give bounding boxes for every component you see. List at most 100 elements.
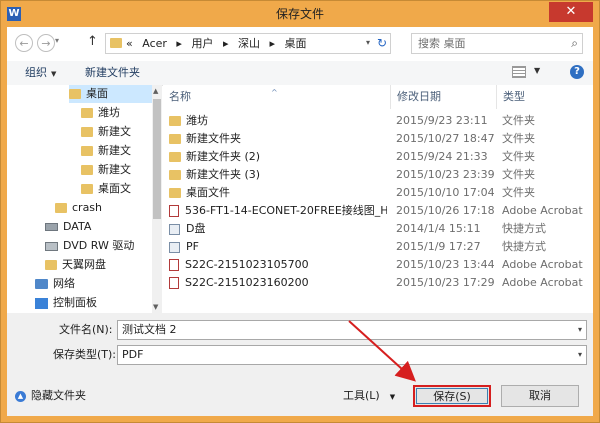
scrollbar-thumb[interactable] bbox=[153, 99, 161, 219]
sort-ascending-icon: ^ bbox=[271, 88, 278, 97]
breadcrumb-shenshan[interactable]: 深山 bbox=[238, 37, 260, 50]
hide-folders-button[interactable]: ▲ 隐藏文件夹 bbox=[15, 387, 86, 405]
save-button[interactable]: 保存(S) bbox=[413, 385, 491, 407]
list-item[interactable]: 536-FT1-14-ECONET-20FREE接线图_H... 2015/10/… bbox=[163, 202, 593, 220]
column-header-type[interactable]: 类型 bbox=[497, 85, 593, 109]
list-item[interactable]: 新建文件夹 (3) 2015/10/23 23:39 文件夹 bbox=[163, 166, 593, 184]
list-item[interactable]: 潍坊 2015/9/23 23:11 文件夹 bbox=[163, 112, 593, 130]
cancel-button[interactable]: 取消 bbox=[501, 385, 579, 407]
list-item[interactable]: 桌面文件 2015/10/10 17:04 文件夹 bbox=[163, 184, 593, 202]
folder-icon bbox=[169, 134, 181, 144]
column-header-name-label: 名称 bbox=[169, 90, 191, 103]
new-folder-button[interactable]: 新建文件夹 bbox=[85, 61, 140, 85]
file-name: 新建文件夹 (2) bbox=[186, 150, 261, 163]
chevron-right-icon[interactable]: ▸ bbox=[269, 37, 275, 50]
sidebar-item-label: 新建文 bbox=[98, 163, 131, 176]
sidebar-item-label: 网络 bbox=[53, 277, 75, 290]
folder-icon bbox=[81, 165, 93, 175]
folder-icon bbox=[169, 170, 181, 180]
file-type: 文件夹 bbox=[502, 150, 535, 163]
list-item[interactable]: PF 2015/1/9 17:27 快捷方式 bbox=[163, 238, 593, 256]
save-options-panel: 文件名(N): 测试文档 2 ▾ 保存类型(T): PDF ▾ ▲ 隐藏文件夹 工… bbox=[7, 313, 593, 416]
sidebar-item-weifang[interactable]: 潍坊 bbox=[81, 104, 120, 122]
breadcrumb-users[interactable]: 用户 bbox=[191, 37, 213, 50]
filename-label: 文件名(N): bbox=[59, 323, 113, 336]
breadcrumb-overflow[interactable]: « bbox=[126, 37, 133, 50]
column-header-date[interactable]: 修改日期 bbox=[391, 85, 497, 109]
sidebar-item-crash[interactable]: crash bbox=[55, 199, 102, 217]
sidebar-item-new-folder-3[interactable]: 新建文 bbox=[81, 161, 131, 179]
command-bar: 组织 ▼ 新建文件夹 ▼ ? bbox=[7, 61, 593, 86]
scroll-up-icon[interactable]: ▲ bbox=[153, 87, 158, 95]
sidebar-item-cloud-drive[interactable]: 天翼网盘 bbox=[45, 256, 106, 274]
sidebar-item-label: 新建文 bbox=[98, 144, 131, 157]
view-options-icon[interactable] bbox=[512, 66, 526, 78]
recent-locations-dropdown[interactable]: ▾ bbox=[55, 36, 59, 45]
sidebar-item-label: DATA bbox=[63, 220, 92, 233]
file-type: Adobe Acrobat bbox=[502, 258, 583, 271]
sidebar-item-new-folder-2[interactable]: 新建文 bbox=[81, 142, 131, 160]
file-type: 文件夹 bbox=[502, 132, 535, 145]
shortcut-icon bbox=[169, 241, 180, 253]
file-name: 536-FT1-14-ECONET-20FREE接线图_H... bbox=[185, 204, 387, 217]
file-type: Adobe Acrobat bbox=[502, 204, 583, 217]
search-input[interactable]: 搜索 桌面 ⌕ bbox=[411, 33, 583, 54]
forward-button[interactable]: → bbox=[37, 34, 55, 52]
address-dropdown-icon[interactable]: ▾ bbox=[366, 38, 370, 47]
save-file-dialog: W 保存文件 ✕ ← → ▾ ↑ « Acer ▸ 用户 ▸ 深山 ▸ 桌面 ▾… bbox=[0, 0, 600, 423]
sidebar-item-desktop-files[interactable]: 桌面文 bbox=[81, 180, 131, 198]
file-name: 潍坊 bbox=[186, 114, 208, 127]
file-date: 2015/10/26 17:18 bbox=[396, 204, 495, 217]
tools-button[interactable]: 工具(L) ▼ bbox=[343, 387, 395, 406]
chevron-right-icon[interactable]: ▸ bbox=[176, 37, 182, 50]
chevron-down-icon[interactable]: ▾ bbox=[578, 321, 582, 339]
sidebar-item-network[interactable]: 网络 bbox=[35, 275, 75, 293]
file-date: 2015/10/27 18:47 bbox=[396, 132, 495, 145]
organize-button[interactable]: 组织 ▼ bbox=[25, 61, 56, 86]
folder-icon bbox=[81, 108, 93, 118]
navigation-pane: 桌面 潍坊 新建文 新建文 新建文 桌面文 crash DATA DVD RW … bbox=[7, 85, 152, 313]
breadcrumb: « Acer ▸ 用户 ▸ 深山 ▸ 桌面 bbox=[126, 34, 313, 53]
folder-icon bbox=[169, 188, 181, 198]
list-item[interactable]: 新建文件夹 2015/10/27 18:47 文件夹 bbox=[163, 130, 593, 148]
sidebar-item-label: crash bbox=[72, 201, 103, 214]
scroll-down-icon[interactable]: ▼ bbox=[153, 303, 158, 311]
back-button[interactable]: ← bbox=[15, 34, 33, 52]
column-header-name[interactable]: 名称 ^ bbox=[163, 85, 391, 109]
sidebar-item-new-folder[interactable]: 新建文 bbox=[81, 123, 131, 141]
file-type: 文件夹 bbox=[502, 114, 535, 127]
search-icon[interactable]: ⌕ bbox=[571, 36, 578, 51]
chevron-right-icon[interactable]: ▸ bbox=[223, 37, 229, 50]
close-button[interactable]: ✕ bbox=[549, 2, 593, 22]
list-item[interactable]: S22C-2151023105700 2015/10/23 13:44 Adobe … bbox=[163, 256, 593, 274]
file-type: Adobe Acrobat bbox=[502, 276, 583, 289]
filename-field[interactable]: 测试文档 2 ▾ bbox=[117, 320, 587, 340]
filetype-select[interactable]: PDF ▾ bbox=[117, 345, 587, 365]
file-name: 桌面文件 bbox=[186, 186, 230, 199]
refresh-icon[interactable]: ↻ bbox=[377, 36, 387, 50]
help-icon[interactable]: ? bbox=[570, 65, 584, 79]
folder-icon bbox=[169, 152, 181, 162]
folder-icon bbox=[81, 127, 93, 137]
navigation-scrollbar[interactable]: ▲ ▼ bbox=[152, 85, 162, 313]
collapse-icon: ▲ bbox=[15, 390, 26, 402]
breadcrumb-acer[interactable]: Acer bbox=[142, 37, 167, 50]
sidebar-item-data[interactable]: DATA bbox=[45, 218, 91, 236]
sidebar-item-desktop[interactable]: 桌面 bbox=[69, 85, 152, 103]
list-item[interactable]: S22C-2151023160200 2015/10/23 17:29 Adobe … bbox=[163, 274, 593, 292]
chevron-down-icon[interactable]: ▼ bbox=[534, 66, 540, 75]
chevron-down-icon[interactable]: ▾ bbox=[578, 346, 582, 364]
list-item[interactable]: D盘 2014/1/4 15:11 快捷方式 bbox=[163, 220, 593, 238]
up-button[interactable]: ↑ bbox=[87, 34, 98, 49]
filetype-value: PDF bbox=[122, 348, 144, 361]
file-name: PF bbox=[186, 240, 199, 253]
breadcrumb-desktop[interactable]: 桌面 bbox=[285, 37, 307, 50]
file-date: 2015/10/10 17:04 bbox=[396, 186, 495, 199]
sidebar-item-label: 新建文 bbox=[98, 125, 131, 138]
list-item[interactable]: 新建文件夹 (2) 2015/9/24 21:33 文件夹 bbox=[163, 148, 593, 166]
address-bar[interactable]: « Acer ▸ 用户 ▸ 深山 ▸ 桌面 ▾ ↻ bbox=[105, 33, 391, 54]
file-date: 2015/10/23 17:29 bbox=[396, 276, 495, 289]
sidebar-item-dvd[interactable]: DVD RW 驱动 bbox=[45, 237, 134, 255]
organize-label: 组织 bbox=[25, 66, 47, 79]
sidebar-item-control-panel[interactable]: 控制面板 bbox=[35, 294, 97, 312]
